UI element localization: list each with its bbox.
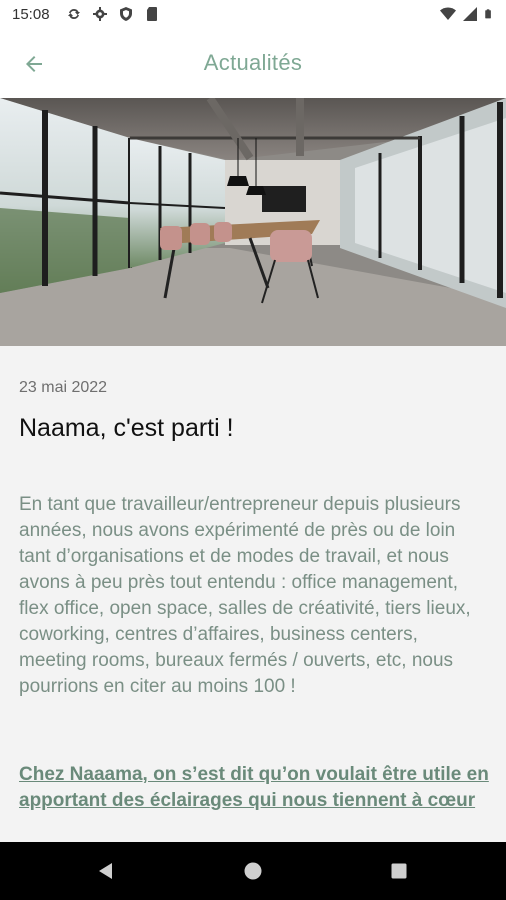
- status-icons-right: [440, 6, 494, 22]
- recents-square-icon: [391, 863, 407, 879]
- page-title: Actualités: [203, 50, 303, 75]
- wifi-icon: [440, 7, 456, 20]
- status-bar: 15:08: [0, 0, 506, 30]
- article-content[interactable]: 23 mai 2022 Naama, c'est parti ! En tant…: [0, 346, 506, 842]
- article-title: Naama, c'est parti !: [19, 414, 234, 442]
- sd-card-icon: [147, 7, 157, 21]
- battery-icon: [485, 9, 491, 19]
- office-illustration: [0, 98, 506, 346]
- nav-recents-button[interactable]: [386, 858, 412, 884]
- article-body: En tant que travailleur/entrepreneur dep…: [19, 494, 471, 697]
- article-link[interactable]: Chez Naaama, on s’est dit qu’on voulait …: [19, 762, 489, 814]
- article-date: 23 mai 2022: [19, 379, 108, 396]
- system-nav-bar: [0, 842, 506, 900]
- gear-icon: [93, 7, 107, 21]
- sync-icon: [68, 8, 80, 20]
- app-bar: Actualités: [0, 30, 506, 98]
- nav-home-button[interactable]: [240, 858, 266, 884]
- status-icons-left: [66, 6, 160, 22]
- shield-icon: [120, 7, 132, 21]
- article-hero-image: [0, 98, 506, 346]
- home-circle-icon: [244, 862, 262, 880]
- nav-back-button[interactable]: [93, 858, 119, 884]
- status-time: 15:08: [12, 6, 50, 23]
- signal-icon: [463, 7, 477, 21]
- back-triangle-icon: [99, 863, 112, 879]
